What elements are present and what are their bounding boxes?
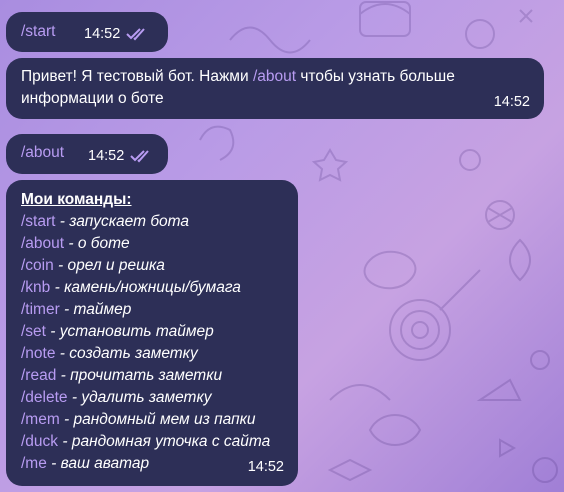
command-row: /me - ваш аватар — [21, 453, 270, 475]
about-command-link[interactable]: /about — [21, 142, 64, 164]
command-link[interactable]: /knb — [21, 279, 50, 296]
command-description: - рандомная уточка с сайта — [58, 433, 271, 450]
command-row: /timer - таймер — [21, 299, 270, 321]
double-check-icon — [126, 28, 146, 41]
command-description: - прочитать заметки — [56, 367, 223, 384]
incoming-message-greeting: Привет! Я тестовый бот. Нажми /about что… — [6, 58, 544, 119]
message-meta: 14:52 — [84, 23, 148, 45]
command-row: /coin - орел и решка — [21, 255, 270, 277]
command-row: /set - установить таймер — [21, 321, 270, 343]
command-description: - ваш аватар — [46, 455, 150, 472]
command-link[interactable]: /mem — [21, 411, 60, 428]
command-row: /start - запускает бота — [21, 211, 270, 233]
command-row: /note - создать заметку — [21, 343, 270, 365]
command-description: - удалить заметку — [67, 389, 212, 406]
message-meta: 14:52 — [88, 145, 152, 167]
start-command-link[interactable]: /start — [21, 21, 55, 43]
commands-title: Мои команды: — [21, 191, 132, 208]
command-row: /mem - рандомный мем из папки — [21, 409, 270, 431]
message-time: 14:52 — [493, 94, 530, 110]
greeting-text: Привет! Я тестовый бот. Нажми /about что… — [21, 66, 521, 110]
command-description: - о боте — [64, 235, 130, 252]
command-description: - запускает бота — [55, 213, 190, 230]
command-link[interactable]: /note — [21, 345, 55, 362]
incoming-message-commands: Мои команды: /start - запускает бота/abo… — [6, 180, 298, 486]
command-link[interactable]: /start — [21, 213, 55, 230]
message-time: 14:52 — [88, 148, 125, 164]
command-link[interactable]: /me — [21, 455, 47, 472]
commands-list: /start - запускает бота/about - о боте/c… — [21, 211, 270, 475]
command-link[interactable]: /about — [21, 235, 64, 252]
outgoing-message-start: /start 14:52 — [6, 12, 168, 52]
command-row: /knb - камень/ножницы/бумага — [21, 277, 270, 299]
command-description: - камень/ножницы/бумага — [50, 279, 241, 296]
command-link[interactable]: /coin — [21, 257, 54, 274]
message-time: 14:52 — [247, 459, 284, 475]
command-row: /duck - рандомная уточка с сайта — [21, 431, 270, 453]
about-command-link[interactable]: /about — [253, 68, 296, 85]
command-link[interactable]: /timer — [21, 301, 60, 318]
command-link[interactable]: /delete — [21, 389, 68, 406]
greeting-text-before: Привет! Я тестовый бот. Нажми — [21, 68, 253, 85]
outgoing-message-about: /about 14:52 — [6, 134, 168, 174]
message-time: 14:52 — [84, 26, 121, 42]
command-row: /delete - удалить заметку — [21, 387, 270, 409]
command-link[interactable]: /duck — [21, 433, 58, 450]
command-description: - таймер — [59, 301, 132, 318]
command-description: - рандомный мем из папки — [59, 411, 256, 428]
command-row: /about - о боте — [21, 233, 270, 255]
command-link[interactable]: /read — [21, 367, 56, 384]
command-row: /read - прочитать заметки — [21, 365, 270, 387]
command-link[interactable]: /set — [21, 323, 46, 340]
command-description: - орел и решка — [53, 257, 165, 274]
command-description: - создать заметку — [55, 345, 198, 362]
command-description: - установить таймер — [45, 323, 214, 340]
double-check-icon — [130, 150, 150, 163]
